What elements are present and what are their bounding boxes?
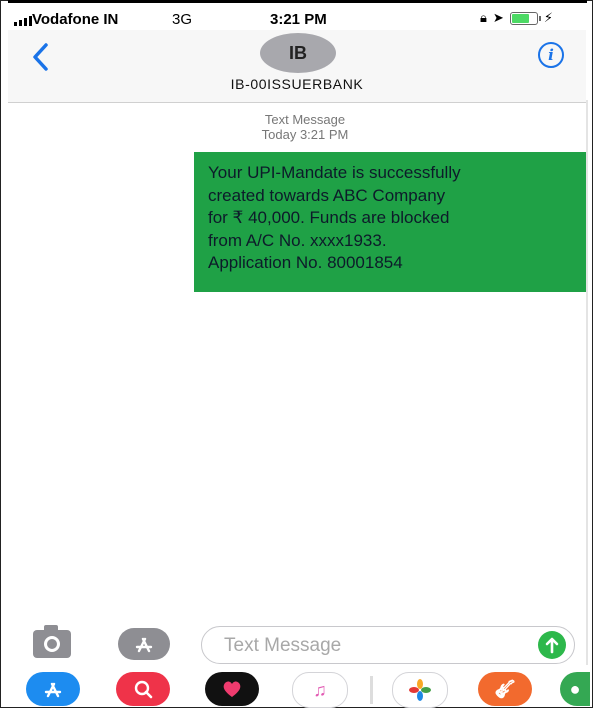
battery-level xyxy=(511,13,529,23)
arrow-up-icon xyxy=(545,637,559,654)
right-edge xyxy=(586,100,588,665)
orientation-lock-icon: 🔒︎ xyxy=(480,10,487,25)
signal-strength-icon xyxy=(14,16,32,26)
charging-icon: ⚡︎ xyxy=(543,10,553,25)
music-icon[interactable]: ♫ xyxy=(292,672,348,708)
search-images-icon[interactable] xyxy=(116,672,170,706)
camera-icon[interactable] xyxy=(33,625,71,658)
message-time: Today 3:21 PM xyxy=(261,127,349,142)
message-line: Application No. 80001854 xyxy=(208,253,403,272)
garageband-icon[interactable]: 🎸︎ xyxy=(478,672,532,706)
message-line: created towards ABC Company xyxy=(208,185,446,205)
back-chevron-icon[interactable] xyxy=(30,42,52,72)
battery-icon xyxy=(509,11,541,25)
app-store-icon[interactable] xyxy=(26,672,80,706)
app-store-button[interactable] xyxy=(118,628,170,660)
message-bubble[interactable]: Your UPI-Mandate is successfully created… xyxy=(194,152,586,292)
status-icons: 🔒︎ ➤ ⚡︎ xyxy=(480,10,553,26)
digital-touch-icon[interactable] xyxy=(205,672,259,706)
network-type: 3G xyxy=(172,11,193,28)
dock-divider xyxy=(370,676,373,704)
message-line: Your UPI-Mandate is successfully xyxy=(208,163,461,182)
contact-name[interactable]: IB-00ISSUERBANK xyxy=(8,76,586,92)
status-bar: Vodafone IN 3G 3:21 PM 🔒︎ ➤ ⚡︎ xyxy=(0,4,595,30)
message-input[interactable] xyxy=(222,633,506,659)
app-store-glyph-icon xyxy=(135,637,153,653)
contact-avatar[interactable]: IB xyxy=(260,33,336,73)
screen-frame xyxy=(0,0,593,708)
photos-icon[interactable] xyxy=(392,672,448,708)
app-drawer: ♫ 🎸︎ ● xyxy=(8,668,590,708)
carrier-name: Vodafone IN xyxy=(32,11,119,28)
message-timestamp: Text Message Today 3:21 PM xyxy=(235,112,375,142)
maps-icon[interactable]: ● xyxy=(560,672,590,706)
message-input-field[interactable] xyxy=(201,626,575,664)
location-icon: ➤ xyxy=(492,10,504,25)
message-type-label: Text Message xyxy=(264,112,346,127)
message-line: from A/C No. xxxx1933. xyxy=(208,230,387,250)
conversation-header: IB IB-00ISSUERBANK i xyxy=(8,30,586,103)
send-button[interactable] xyxy=(538,631,566,659)
status-time: 3:21 PM xyxy=(270,11,327,28)
info-button[interactable]: i xyxy=(538,42,564,68)
message-line: for ₹ 40,000. Funds are blocked xyxy=(208,208,450,227)
top-border xyxy=(8,0,587,3)
